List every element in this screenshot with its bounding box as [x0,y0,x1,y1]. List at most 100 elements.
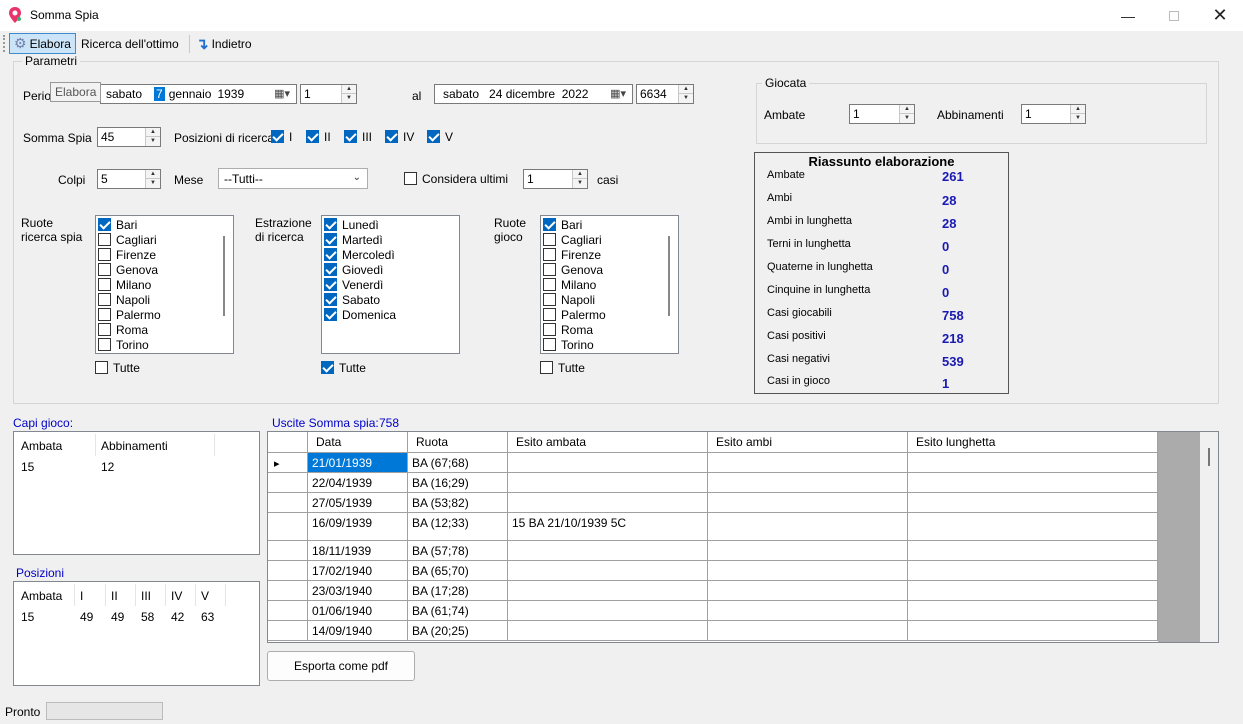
table-cell[interactable]: 16/09/1939 [308,513,408,541]
table-cell[interactable] [908,601,1158,621]
grid-corner[interactable] [268,432,308,453]
list-item[interactable]: Giovedì [322,262,459,277]
table-cell[interactable]: 14/09/1940 [308,621,408,641]
list-item[interactable]: Palermo [96,307,233,322]
spin-up-icon[interactable]: ▲ [679,85,693,94]
table-cell[interactable]: BA (65;70) [408,561,508,581]
checkbox-icon[interactable] [98,293,111,306]
table-cell[interactable]: 01/06/1940 [308,601,408,621]
table-cell[interactable]: 21/01/1939 [308,453,408,473]
table-cell[interactable]: BA (61;74) [408,601,508,621]
column-header[interactable]: V [201,589,209,603]
table-cell[interactable] [708,513,908,541]
row-header[interactable] [268,473,308,493]
list-item[interactable]: Genova [541,262,678,277]
table-cell[interactable]: BA (67;68) [408,453,508,473]
table-cell[interactable]: BA (53;82) [408,493,508,513]
list-item[interactable]: Milano [96,277,233,292]
ambate-spin[interactable]: ▲ ▼ [899,105,914,123]
ruote-gioco-tutte-checkbox[interactable]: Tutte [540,360,585,375]
table-cell[interactable] [508,493,708,513]
table-cell[interactable]: 22/04/1939 [308,473,408,493]
spin-down-icon[interactable]: ▼ [146,179,160,188]
checkbox-icon[interactable] [540,361,553,374]
considera-spin[interactable]: ▲ ▼ [572,170,587,188]
column-header[interactable]: Ambata [21,439,62,453]
list-item[interactable]: Genova [96,262,233,277]
checkbox-icon[interactable] [98,248,111,261]
checkbox-icon[interactable] [98,338,111,351]
table-cell[interactable]: 17/02/1940 [308,561,408,581]
table-cell[interactable]: BA (16;29) [408,473,508,493]
list-item[interactable]: Sabato [322,292,459,307]
checkbox-icon[interactable] [385,130,398,143]
list-item[interactable]: Roma [541,322,678,337]
checkbox-icon[interactable] [271,130,284,143]
list-scrollbar[interactable] [668,236,670,316]
checkbox-icon[interactable] [543,293,556,306]
table-cell[interactable] [508,541,708,561]
checkbox-icon[interactable] [543,338,556,351]
spin-up-icon[interactable]: ▲ [573,170,587,179]
list-item[interactable]: Milano [541,277,678,292]
close-button[interactable]: ✕ [1197,0,1243,31]
capi-gioco-list[interactable]: Ambata Abbinamenti 15 12 [13,431,260,555]
list-item[interactable]: Lunedì [322,217,459,232]
row-header[interactable] [268,561,308,581]
table-cell[interactable]: 27/05/1939 [308,493,408,513]
checkbox-icon[interactable] [404,172,417,185]
table-cell[interactable] [508,453,708,473]
list-scrollbar[interactable] [223,236,225,316]
column-header[interactable]: Ambata [21,589,62,603]
elabora-button[interactable]: ⚙ Elabora [9,33,76,54]
table-cell[interactable]: 18/11/1939 [308,541,408,561]
checkbox-icon[interactable] [543,233,556,246]
somma-spia-spinner[interactable]: 45 ▲ ▼ [97,127,161,147]
checkbox-icon[interactable] [324,293,337,306]
posizione-iv-checkbox[interactable]: IV [385,129,414,144]
list-item[interactable]: Palermo [541,307,678,322]
spin-up-icon[interactable]: ▲ [146,128,160,137]
checkbox-icon[interactable] [95,361,108,374]
mese-select[interactable]: --Tutti-- ⌄ [218,168,368,189]
list-item[interactable]: Cagliari [541,232,678,247]
posizione-i-checkbox[interactable]: I [271,129,292,144]
table-cell[interactable] [908,541,1158,561]
list-item[interactable]: Firenze [96,247,233,262]
column-header[interactable]: Data [308,432,408,453]
table-cell[interactable] [708,493,908,513]
row-header[interactable] [268,513,308,541]
table-cell[interactable]: BA (20;25) [408,621,508,641]
posizioni-list[interactable]: Ambata I II III IV V 15 49 49 58 42 63 [13,581,260,686]
row-header[interactable]: ▸ [268,453,308,473]
checkbox-icon[interactable] [543,308,556,321]
spin-down-icon[interactable]: ▼ [1071,114,1085,123]
abbinamenti-spinner[interactable]: 1 ▲ ▼ [1021,104,1086,124]
list-item[interactable]: Martedì [322,232,459,247]
checkbox-icon[interactable] [306,130,319,143]
row-header[interactable] [268,621,308,641]
to-num-spinner[interactable]: 6634 ▲ ▼ [636,84,694,104]
list-item[interactable]: Bari [96,217,233,232]
indietro-button[interactable]: ↴ Indietro [192,33,256,54]
checkbox-icon[interactable] [98,323,111,336]
ruote-ricerca-tutte-checkbox[interactable]: Tutte [95,360,140,375]
checkbox-icon[interactable] [427,130,440,143]
column-header[interactable]: III [141,589,151,603]
table-cell[interactable]: BA (17;28) [408,581,508,601]
grid-scrollbar[interactable] [1200,432,1218,642]
table-cell[interactable] [708,541,908,561]
table-cell[interactable] [708,453,908,473]
table-cell[interactable] [908,561,1158,581]
table-cell[interactable] [508,601,708,621]
row-header[interactable] [268,581,308,601]
colpi-spinner[interactable]: 5 ▲ ▼ [97,169,161,189]
table-cell[interactable] [908,513,1158,541]
checkbox-icon[interactable] [324,308,337,321]
spin-down-icon[interactable]: ▼ [573,179,587,188]
ruote-gioco-list[interactable]: Bari Cagliari Firenze Genova Milano Napo… [540,215,679,354]
table-cell[interactable] [908,621,1158,641]
checkbox-icon[interactable] [324,248,337,261]
list-item[interactable]: Mercoledì [322,247,459,262]
column-header[interactable]: IV [171,589,182,603]
